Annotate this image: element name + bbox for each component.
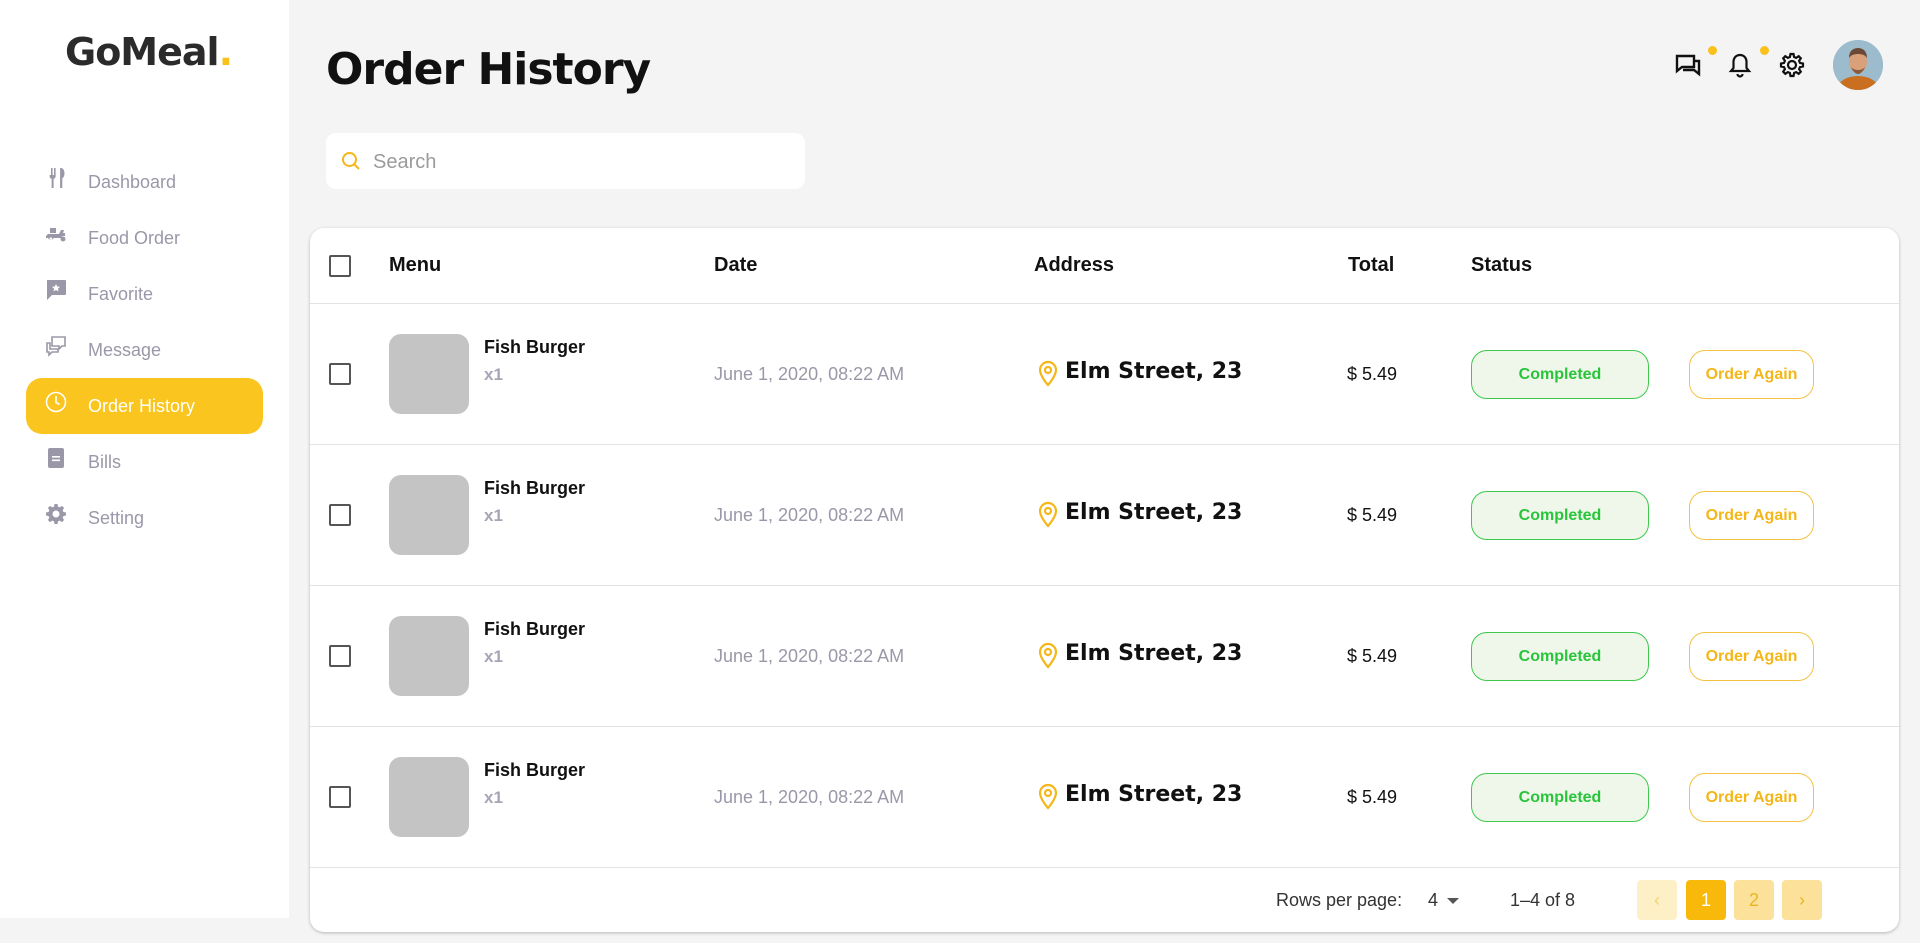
- status-badge: Completed: [1471, 773, 1649, 822]
- chevron-left-icon: ‹: [1654, 890, 1660, 910]
- status-badge: Completed: [1471, 350, 1649, 399]
- chat-icon[interactable]: [1673, 50, 1703, 80]
- item-name: Fish Burger: [484, 337, 586, 357]
- sidebar-item-order-history[interactable]: Order History: [26, 378, 263, 434]
- page-button-2[interactable]: 2: [1734, 880, 1774, 920]
- status-badge: Completed: [1471, 491, 1649, 540]
- order-total: $ 5.49: [1347, 646, 1398, 666]
- location-pin-icon: [1036, 360, 1060, 388]
- sidebar-item-label: Favorite: [88, 284, 154, 304]
- sidebar-nav: Dashboard Food Order Favorite Message Or…: [26, 154, 263, 546]
- bill-icon: [44, 446, 68, 470]
- column-header-total[interactable]: Total: [1348, 254, 1394, 277]
- column-header-status[interactable]: Status: [1471, 254, 1532, 277]
- next-page-button[interactable]: ›: [1782, 880, 1822, 920]
- fork-knife-icon: [44, 166, 68, 190]
- search-icon: [340, 150, 362, 172]
- pagination: Rows per page: 4 1–4 of 8 ‹ 1 2 ›: [310, 868, 1899, 932]
- table-row: Fish Burger x1 June 1, 2020, 08:22 AM El…: [310, 304, 1899, 445]
- order-table: Menu Date Address Total Status Fish Burg…: [310, 228, 1899, 932]
- sidebar-item-favorite[interactable]: Favorite: [26, 266, 263, 322]
- clock-icon: [44, 390, 68, 414]
- rows-per-page-select[interactable]: 4: [1428, 890, 1438, 911]
- item-name: Fish Burger: [484, 760, 586, 780]
- food-thumbnail: [389, 334, 469, 414]
- favorite-chat-icon: [44, 278, 68, 302]
- dropdown-arrow-icon[interactable]: [1447, 898, 1459, 904]
- row-checkbox[interactable]: [329, 786, 351, 808]
- column-header-date[interactable]: Date: [714, 254, 757, 277]
- column-header-address[interactable]: Address: [1034, 254, 1114, 277]
- order-again-button[interactable]: Order Again: [1689, 632, 1814, 681]
- avatar[interactable]: [1833, 40, 1883, 90]
- item-quantity: x1: [484, 365, 503, 384]
- prev-page-button[interactable]: ‹: [1637, 880, 1677, 920]
- sidebar-item-label: Order History: [88, 396, 196, 416]
- order-address: Elm Street, 23: [1065, 500, 1243, 525]
- order-date: June 1, 2020, 08:22 AM: [714, 646, 905, 666]
- sidebar-item-label: Dashboard: [88, 172, 177, 192]
- table-row: Fish Burger x1 June 1, 2020, 08:22 AM El…: [310, 586, 1899, 727]
- location-pin-icon: [1036, 783, 1060, 811]
- sidebar-item-setting[interactable]: Setting: [26, 490, 263, 546]
- page-title: Order History: [326, 44, 651, 95]
- order-total: $ 5.49: [1347, 787, 1398, 807]
- row-checkbox[interactable]: [329, 504, 351, 526]
- column-header-menu[interactable]: Menu: [389, 254, 441, 277]
- page-button-1[interactable]: 1: [1686, 880, 1726, 920]
- row-checkbox[interactable]: [329, 363, 351, 385]
- sidebar-item-label: Bills: [88, 452, 122, 472]
- order-date: June 1, 2020, 08:22 AM: [714, 787, 905, 807]
- food-thumbnail: [389, 475, 469, 555]
- location-pin-icon: [1036, 642, 1060, 670]
- rows-per-page-label: Rows per page:: [1276, 890, 1403, 910]
- order-address: Elm Street, 23: [1065, 359, 1243, 384]
- order-total: $ 5.49: [1347, 364, 1398, 384]
- select-all-checkbox[interactable]: [329, 255, 351, 277]
- delivery-scooter-icon: [44, 222, 68, 246]
- order-again-button[interactable]: Order Again: [1689, 491, 1814, 540]
- notification-badge: [1760, 46, 1769, 55]
- order-address: Elm Street, 23: [1065, 782, 1243, 807]
- food-thumbnail: [389, 616, 469, 696]
- item-name: Fish Burger: [484, 478, 586, 498]
- item-name: Fish Burger: [484, 619, 586, 639]
- sidebar: GoMeal. Dashboard Food Order Favorite Me…: [0, 0, 289, 918]
- table-row: Fish Burger x1 June 1, 2020, 08:22 AM El…: [310, 727, 1899, 868]
- search-bar: [326, 133, 805, 189]
- sidebar-item-label: Food Order: [88, 228, 181, 248]
- order-again-button[interactable]: Order Again: [1689, 350, 1814, 399]
- settings-gear-icon[interactable]: [1777, 50, 1807, 80]
- sidebar-item-bills[interactable]: Bills: [26, 434, 263, 490]
- gear-icon: [44, 502, 68, 526]
- brand-dot: .: [218, 30, 233, 74]
- row-checkbox[interactable]: [329, 645, 351, 667]
- chevron-right-icon: ›: [1799, 890, 1805, 910]
- sidebar-item-label: Setting: [88, 508, 145, 528]
- sidebar-item-dashboard[interactable]: Dashboard: [26, 154, 263, 210]
- order-again-button[interactable]: Order Again: [1689, 773, 1814, 822]
- food-thumbnail: [389, 757, 469, 837]
- item-quantity: x1: [484, 506, 503, 525]
- message-icon: [44, 334, 68, 358]
- chat-badge: [1708, 46, 1717, 55]
- item-quantity: x1: [484, 647, 503, 666]
- table-header: Menu Date Address Total Status: [310, 228, 1899, 304]
- item-quantity: x1: [484, 788, 503, 807]
- sidebar-item-label: Message: [88, 340, 162, 360]
- order-date: June 1, 2020, 08:22 AM: [714, 505, 905, 525]
- brand-logo[interactable]: GoMeal.: [65, 30, 233, 74]
- page-range: 1–4 of 8: [1510, 890, 1576, 910]
- order-total: $ 5.49: [1347, 505, 1398, 525]
- order-date: June 1, 2020, 08:22 AM: [714, 364, 905, 384]
- brand-name: GoMeal: [65, 30, 220, 74]
- table-row: Fish Burger x1 June 1, 2020, 08:22 AM El…: [310, 445, 1899, 586]
- sidebar-item-message[interactable]: Message: [26, 322, 263, 378]
- location-pin-icon: [1036, 501, 1060, 529]
- sidebar-item-food-order[interactable]: Food Order: [26, 210, 263, 266]
- order-address: Elm Street, 23: [1065, 641, 1243, 666]
- bell-icon[interactable]: [1725, 50, 1755, 80]
- status-badge: Completed: [1471, 632, 1649, 681]
- search-input[interactable]: [371, 143, 795, 181]
